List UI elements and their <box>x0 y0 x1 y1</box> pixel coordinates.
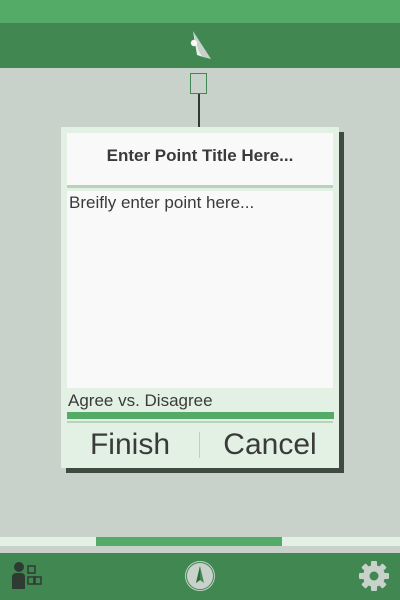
agree-disagree-fill <box>67 412 334 419</box>
buttons-divider <box>67 421 333 423</box>
feather-logo-icon <box>190 31 211 59</box>
point-body-textarea[interactable]: Breifly enter point here... <box>67 191 333 388</box>
button-separator <box>199 432 200 458</box>
point-title-input[interactable]: Enter Point Title Here... <box>67 133 333 185</box>
bottom-nav-bar <box>0 553 400 600</box>
agree-disagree-label: Agree vs. Disagree <box>68 391 213 410</box>
cancel-button[interactable]: Cancel <box>207 425 333 465</box>
point-body-placeholder: Breifly enter point here... <box>69 193 255 212</box>
new-point-dialog: Enter Point Title Here... Breifly enter … <box>61 127 339 468</box>
user-map-icon[interactable] <box>9 559 43 593</box>
gear-icon[interactable] <box>357 559 391 593</box>
page-progress-fill <box>96 537 282 546</box>
compass-icon[interactable] <box>183 559 217 593</box>
point-connector-line <box>198 94 200 128</box>
point-anchor-box[interactable] <box>190 73 207 94</box>
finish-button[interactable]: Finish <box>67 425 193 465</box>
title-divider <box>67 185 333 188</box>
status-bar <box>0 0 400 23</box>
agree-disagree-slider[interactable] <box>67 412 334 419</box>
point-title-placeholder: Enter Point Title Here... <box>106 146 294 165</box>
page-progress-track <box>0 537 400 546</box>
